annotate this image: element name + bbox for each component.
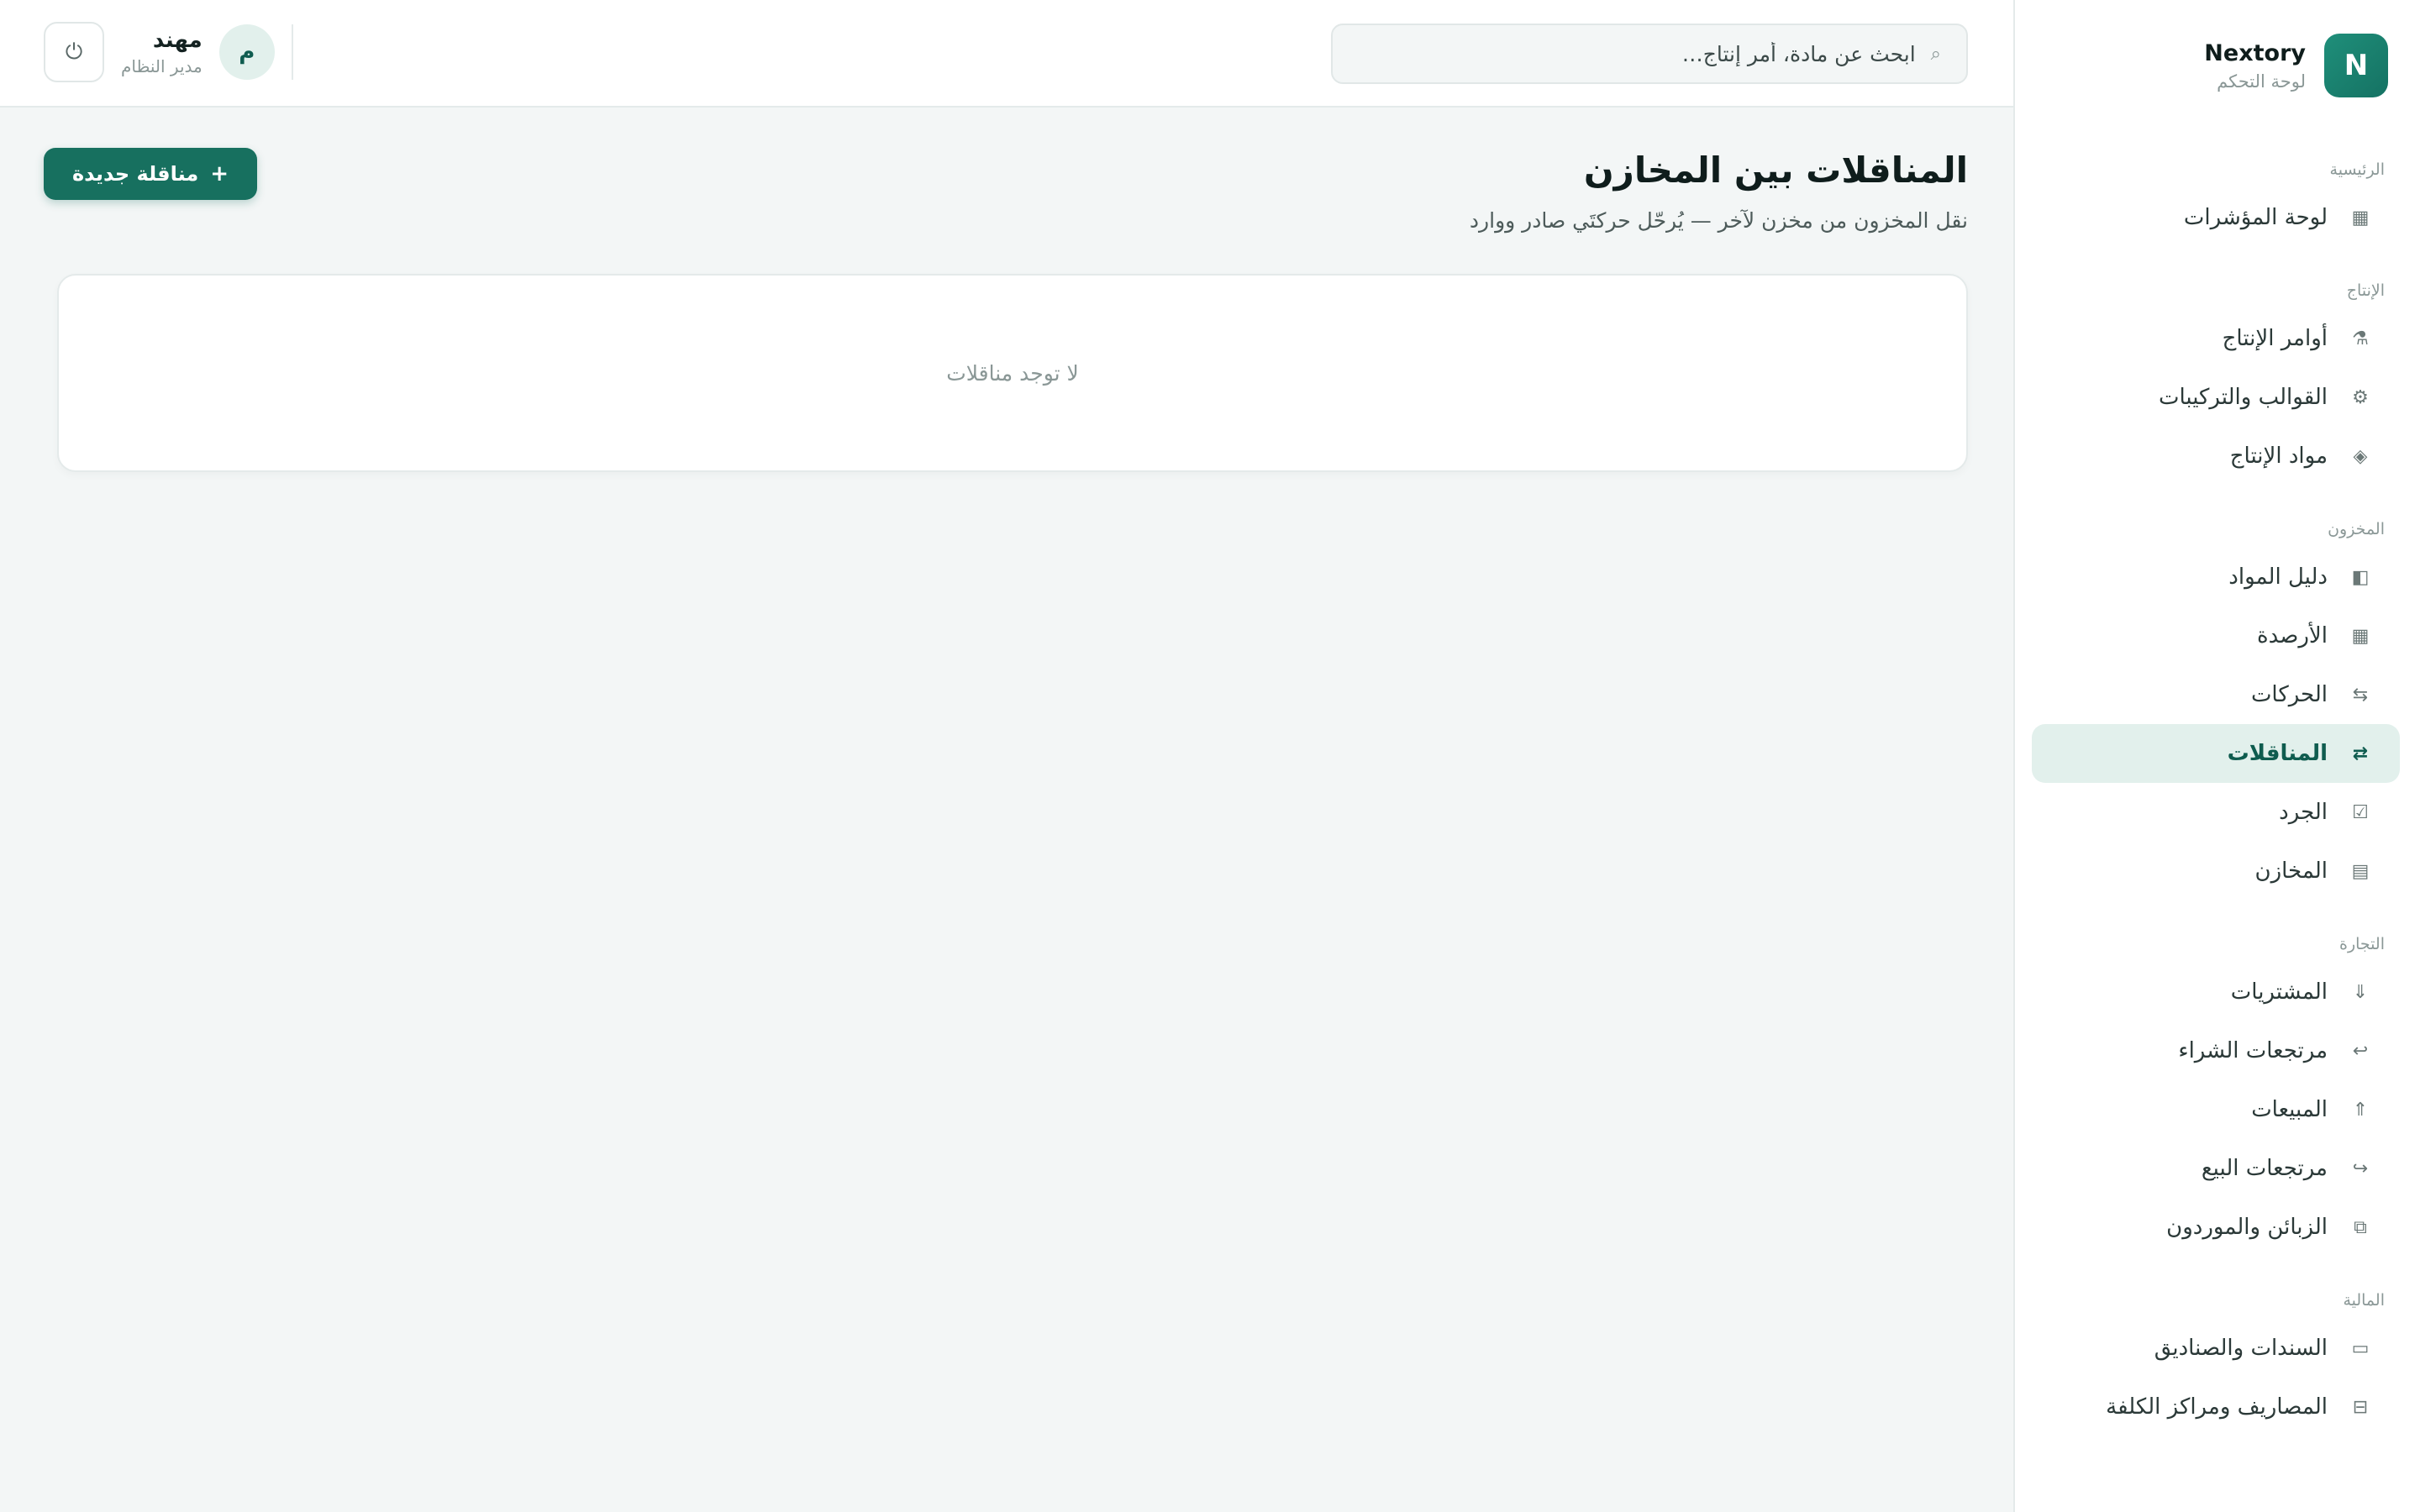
user-role: مدير النظام <box>121 56 203 76</box>
sidebar-item-icon: ⇑ <box>2352 1099 2369 1121</box>
page-title: المناقلات بين المخازن <box>1583 150 1968 191</box>
search-input[interactable] <box>1333 41 1916 66</box>
brand[interactable]: N Nextory لوحة التحكم <box>2204 34 2388 97</box>
sidebar-item[interactable]: ⇓ المشتريات <box>2032 963 2400 1021</box>
avatar[interactable]: م <box>218 24 275 80</box>
sidebar-item[interactable]: ⇑ المبيعات <box>2032 1080 2400 1139</box>
brand-name: Nextory <box>2204 39 2306 66</box>
sidebar-item[interactable]: ▤ المخازن <box>2032 842 2400 900</box>
topbar-divider <box>291 24 293 80</box>
sidebar-item[interactable]: ↩ مرتجعات الشراء <box>2032 1021 2400 1080</box>
sidebar-item-icon: ▦ <box>2351 625 2370 647</box>
transfers-card: لا توجد مناقلات <box>57 274 1968 472</box>
power-icon: ⏻ <box>65 39 83 65</box>
sidebar-section: التجارة ⇓ المشتريات ↩ مرتجعات الشراء ⇑ المبيعا… <box>2015 926 2420 1257</box>
sidebar-item-icon: ◈ <box>2353 445 2368 467</box>
sidebar-item-icon: ⧉ <box>2354 1216 2367 1238</box>
sidebar-section-title: المخزون <box>2328 520 2385 538</box>
sidebar-item-icon: ⇄ <box>2352 743 2369 764</box>
sidebar-item-label: مرتجعات الشراء <box>2178 1038 2328 1063</box>
main-content: المناقلات بين المخازن نقل المخزون من مخز… <box>0 109 2013 1512</box>
sidebar-item-label: الجرد <box>2279 800 2328 825</box>
sidebar-item-icon: ⇓ <box>2352 981 2369 1003</box>
sidebar-section-title: الرئيسية <box>2329 160 2385 179</box>
sidebar-item-icon: ▦ <box>2351 207 2370 228</box>
user-info: مهند مدير النظام <box>121 28 203 76</box>
brand-text: Nextory لوحة التحكم <box>2204 40 2306 92</box>
sidebar-item-icon: ◧ <box>2351 566 2370 588</box>
sidebar-item-icon: ⇆ <box>2352 684 2369 706</box>
sidebar-item-label: أوامر الإنتاج <box>2222 326 2328 351</box>
search-box[interactable]: ⌕ <box>1331 24 1968 84</box>
app-root: N Nextory لوحة التحكم الرئيسية ▦ لوحة المؤ… <box>0 0 2420 1512</box>
sidebar-item[interactable]: ◧ دليل المواد <box>2032 548 2400 606</box>
sidebar-item-icon: ⚙ <box>2352 386 2369 408</box>
sidebar-item[interactable]: ☑ الجرد <box>2032 783 2400 842</box>
sidebar-item-label: مواد الإنتاج <box>2229 444 2328 469</box>
sidebar-item[interactable]: ↪ مرتجعات البيع <box>2032 1139 2400 1198</box>
sidebar-section-title: التجارة <box>2339 935 2385 953</box>
sidebar-item-icon: ☑ <box>2352 801 2369 823</box>
sidebar-section: المالية ▭ السندات والصناديق ⊟ المصاريف ومراك… <box>2015 1282 2420 1436</box>
sidebar-item-label: الحركات <box>2250 682 2328 707</box>
sidebar-item-icon: ⚗ <box>2352 328 2369 349</box>
sidebar-item[interactable]: ⚗ أوامر الإنتاج <box>2032 309 2400 368</box>
sidebar-item-label: مرتجعات البيع <box>2201 1156 2328 1181</box>
sidebar-item[interactable]: ◈ مواد الإنتاج <box>2032 427 2400 486</box>
sidebar-item-label: الأرصدة <box>2257 623 2328 648</box>
sidebar-item-label: الزبائن والموردون <box>2166 1215 2328 1240</box>
new-transfer-button[interactable]: + مناقلة جديدة <box>44 148 258 200</box>
sidebar-item-label: دليل المواد <box>2228 564 2328 590</box>
plus-icon: + <box>210 161 229 186</box>
user-name: مهند <box>152 28 203 53</box>
sidebar-item-icon: ↪ <box>2352 1158 2369 1179</box>
user-area: ⏻ مهند مدير النظام م <box>44 22 297 82</box>
page-subtitle: نقل المخزون من مخزن لآخر — يُرحّل حركتَي… <box>1469 208 1968 233</box>
sidebar-item[interactable]: ▭ السندات والصناديق <box>2032 1319 2400 1378</box>
sidebar-section: الرئيسية ▦ لوحة المؤشرات <box>2015 151 2420 247</box>
sidebar-item-label: القوالب والتركيبات <box>2158 385 2328 410</box>
topbar: ⌕ ⏻ مهند مدير النظام م <box>0 0 2013 108</box>
sidebar-item[interactable]: ⊟ المصاريف ومراكز الكلفة <box>2032 1378 2400 1436</box>
sidebar-item[interactable]: ▦ الأرصدة <box>2032 606 2400 665</box>
sidebar-item[interactable]: ⇄ المناقلات <box>2032 724 2400 783</box>
sidebar-item[interactable]: ⧉ الزبائن والموردون <box>2032 1198 2400 1257</box>
sidebar-item-icon: ▭ <box>2351 1337 2370 1359</box>
sidebar-item-icon: ▤ <box>2351 860 2370 882</box>
sidebar-item-label: المخازن <box>2254 858 2328 884</box>
sidebar-item-label: لوحة المؤشرات <box>2183 205 2328 230</box>
sidebar-section-title: الإنتاج <box>2346 281 2385 300</box>
sidebar-item-label: المشتريات <box>2230 979 2328 1005</box>
sidebar-item-icon: ⊟ <box>2352 1396 2369 1418</box>
empty-state-text: لا توجد مناقلات <box>946 360 1079 386</box>
sidebar-item[interactable]: ▦ لوحة المؤشرات <box>2032 188 2400 247</box>
new-transfer-label: مناقلة جديدة <box>72 162 199 186</box>
sidebar-nav: الرئيسية ▦ لوحة المؤشرات الإنتاج ⚗ أوامر الإن… <box>2015 151 2420 1462</box>
sidebar: N Nextory لوحة التحكم الرئيسية ▦ لوحة المؤ… <box>2013 0 2420 1512</box>
sidebar-item-label: المصاريف ومراكز الكلفة <box>2106 1394 2328 1420</box>
logout-button[interactable]: ⏻ <box>44 22 104 82</box>
sidebar-item-label: المناقلات <box>2227 741 2328 766</box>
sidebar-item-label: السندات والصناديق <box>2154 1336 2328 1361</box>
sidebar-item-label: المبيعات <box>2251 1097 2328 1122</box>
sidebar-item[interactable]: ⚙ القوالب والتركيبات <box>2032 368 2400 427</box>
sidebar-item[interactable]: ⇆ الحركات <box>2032 665 2400 724</box>
brand-logo: N <box>2324 34 2388 97</box>
sidebar-item-icon: ↩ <box>2352 1040 2369 1062</box>
brand-subtitle: لوحة التحكم <box>2217 71 2306 92</box>
sidebar-section: الإنتاج ⚗ أوامر الإنتاج ⚙ القوالب والتركيبات… <box>2015 272 2420 486</box>
sidebar-section-title: المالية <box>2343 1291 2385 1310</box>
sidebar-section: المخزون ◧ دليل المواد ▦ الأرصدة ⇆ الحركات ⇄ المن… <box>2015 511 2420 900</box>
search-icon: ⌕ <box>1930 43 1941 65</box>
